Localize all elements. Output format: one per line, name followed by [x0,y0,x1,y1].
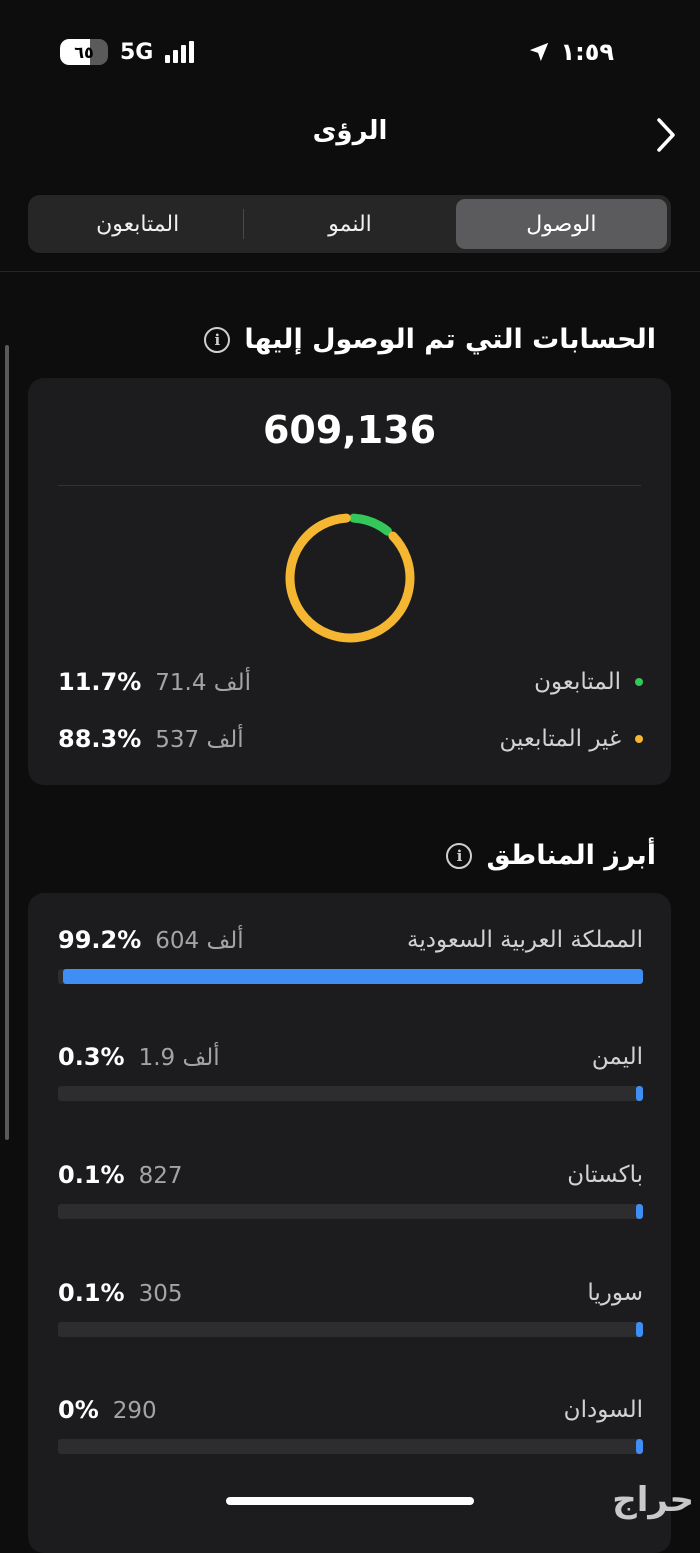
back-button[interactable] [648,114,684,156]
tab-label: الوصول [526,211,597,237]
header-divider [0,271,700,272]
legend-row-non-followers: 88.3% 537 ألف غير المتابعين [58,721,643,757]
reach-card: 609,136 11.7% 71.4 ألف المتابعون 88.3% 5… [28,378,671,785]
battery-icon: ٦٥ [60,39,108,65]
region-bar-fill [636,1322,643,1337]
region-name: باكستان [567,1162,643,1188]
region-name: السودان [563,1397,643,1423]
region-bar-track [58,1439,643,1454]
watermark-logo: حراج [612,1480,694,1520]
region-count: 1.9 ألف [138,1045,220,1071]
legend-percent: 11.7% [58,668,142,696]
legend-label: غير المتابعين [499,726,621,752]
location-arrow-icon [530,42,549,62]
region-name: المملكة العربية السعودية [407,927,643,953]
clock: ١:٥٩ [560,38,614,66]
accounts-reached-total: 609,136 [262,408,437,452]
info-icon[interactable]: i [204,326,231,353]
home-indicator[interactable] [226,1497,474,1505]
regions-card: 99.2% 604 ألف المملكة العربية السعودية 0… [28,893,671,1553]
tab-followers[interactable]: المتابعون [32,199,243,249]
region-bar-fill [636,1439,643,1454]
legend-count: 537 ألف [155,727,244,753]
legend-label: المتابعون [534,669,621,695]
region-percent: 0.1% [58,1161,125,1189]
region-percent: 99.2% [58,926,142,954]
battery-level: ٦٥ [74,42,94,62]
legend-percent: 88.3% [58,725,142,753]
tab-label: المتابعون [96,211,180,237]
segmented-tabs: الوصول النمو المتابعون [28,195,671,253]
network-type: 5G [120,39,154,65]
region-row: 0% 290 السودان [58,1393,643,1463]
legend-count: 71.4 ألف [155,670,252,696]
region-row: 0.3% 1.9 ألف اليمن [58,1040,643,1110]
region-bar-track [58,1086,643,1101]
region-percent: 0.3% [58,1043,125,1071]
region-row: 0.1% 827 باكستان [58,1158,643,1228]
region-percent: 0% [58,1396,99,1424]
scrollbar[interactable] [5,345,9,1140]
legend-dot-non-followers [635,735,643,743]
region-name: اليمن [591,1044,643,1070]
regions-section-title: أبرز المناطق i [446,840,656,871]
region-count: 305 [138,1281,183,1307]
signal-icon [165,41,195,63]
region-name: سوريا [587,1280,643,1306]
region-count: 604 ألف [155,928,244,954]
chevron-right-icon [657,118,675,152]
region-bar-fill [636,1204,643,1219]
non-followers-arc [285,513,415,643]
regions-title-text: أبرز المناطق [486,840,656,871]
region-count: 290 [112,1398,157,1424]
region-percent: 0.1% [58,1279,125,1307]
info-icon[interactable]: i [446,842,473,869]
status-bar: ٦٥ 5G ١:٥٩ [0,0,700,100]
region-row: 0.1% 305 سوريا [58,1276,643,1346]
region-count: 827 [138,1163,183,1189]
region-row: 99.2% 604 ألف المملكة العربية السعودية [58,923,643,993]
card-divider [58,485,641,486]
reach-title-text: الحسابات التي تم الوصول إليها [244,324,656,355]
legend-dot-followers [635,678,643,686]
region-bar-track [58,969,643,984]
legend-row-followers: 11.7% 71.4 ألف المتابعون [58,664,643,700]
tab-reach[interactable]: الوصول [455,199,667,249]
followers-arc [349,513,392,536]
page-title: الرؤى [312,116,388,146]
reach-section-title: الحسابات التي تم الوصول إليها i [204,324,656,355]
tab-label: النمو [328,211,372,237]
region-bar-fill [62,969,643,984]
region-bar-track [58,1204,643,1219]
tab-growth[interactable]: النمو [244,199,455,249]
region-bar-fill [636,1086,643,1101]
reach-donut-chart [285,513,415,643]
region-bar-track [58,1322,643,1337]
